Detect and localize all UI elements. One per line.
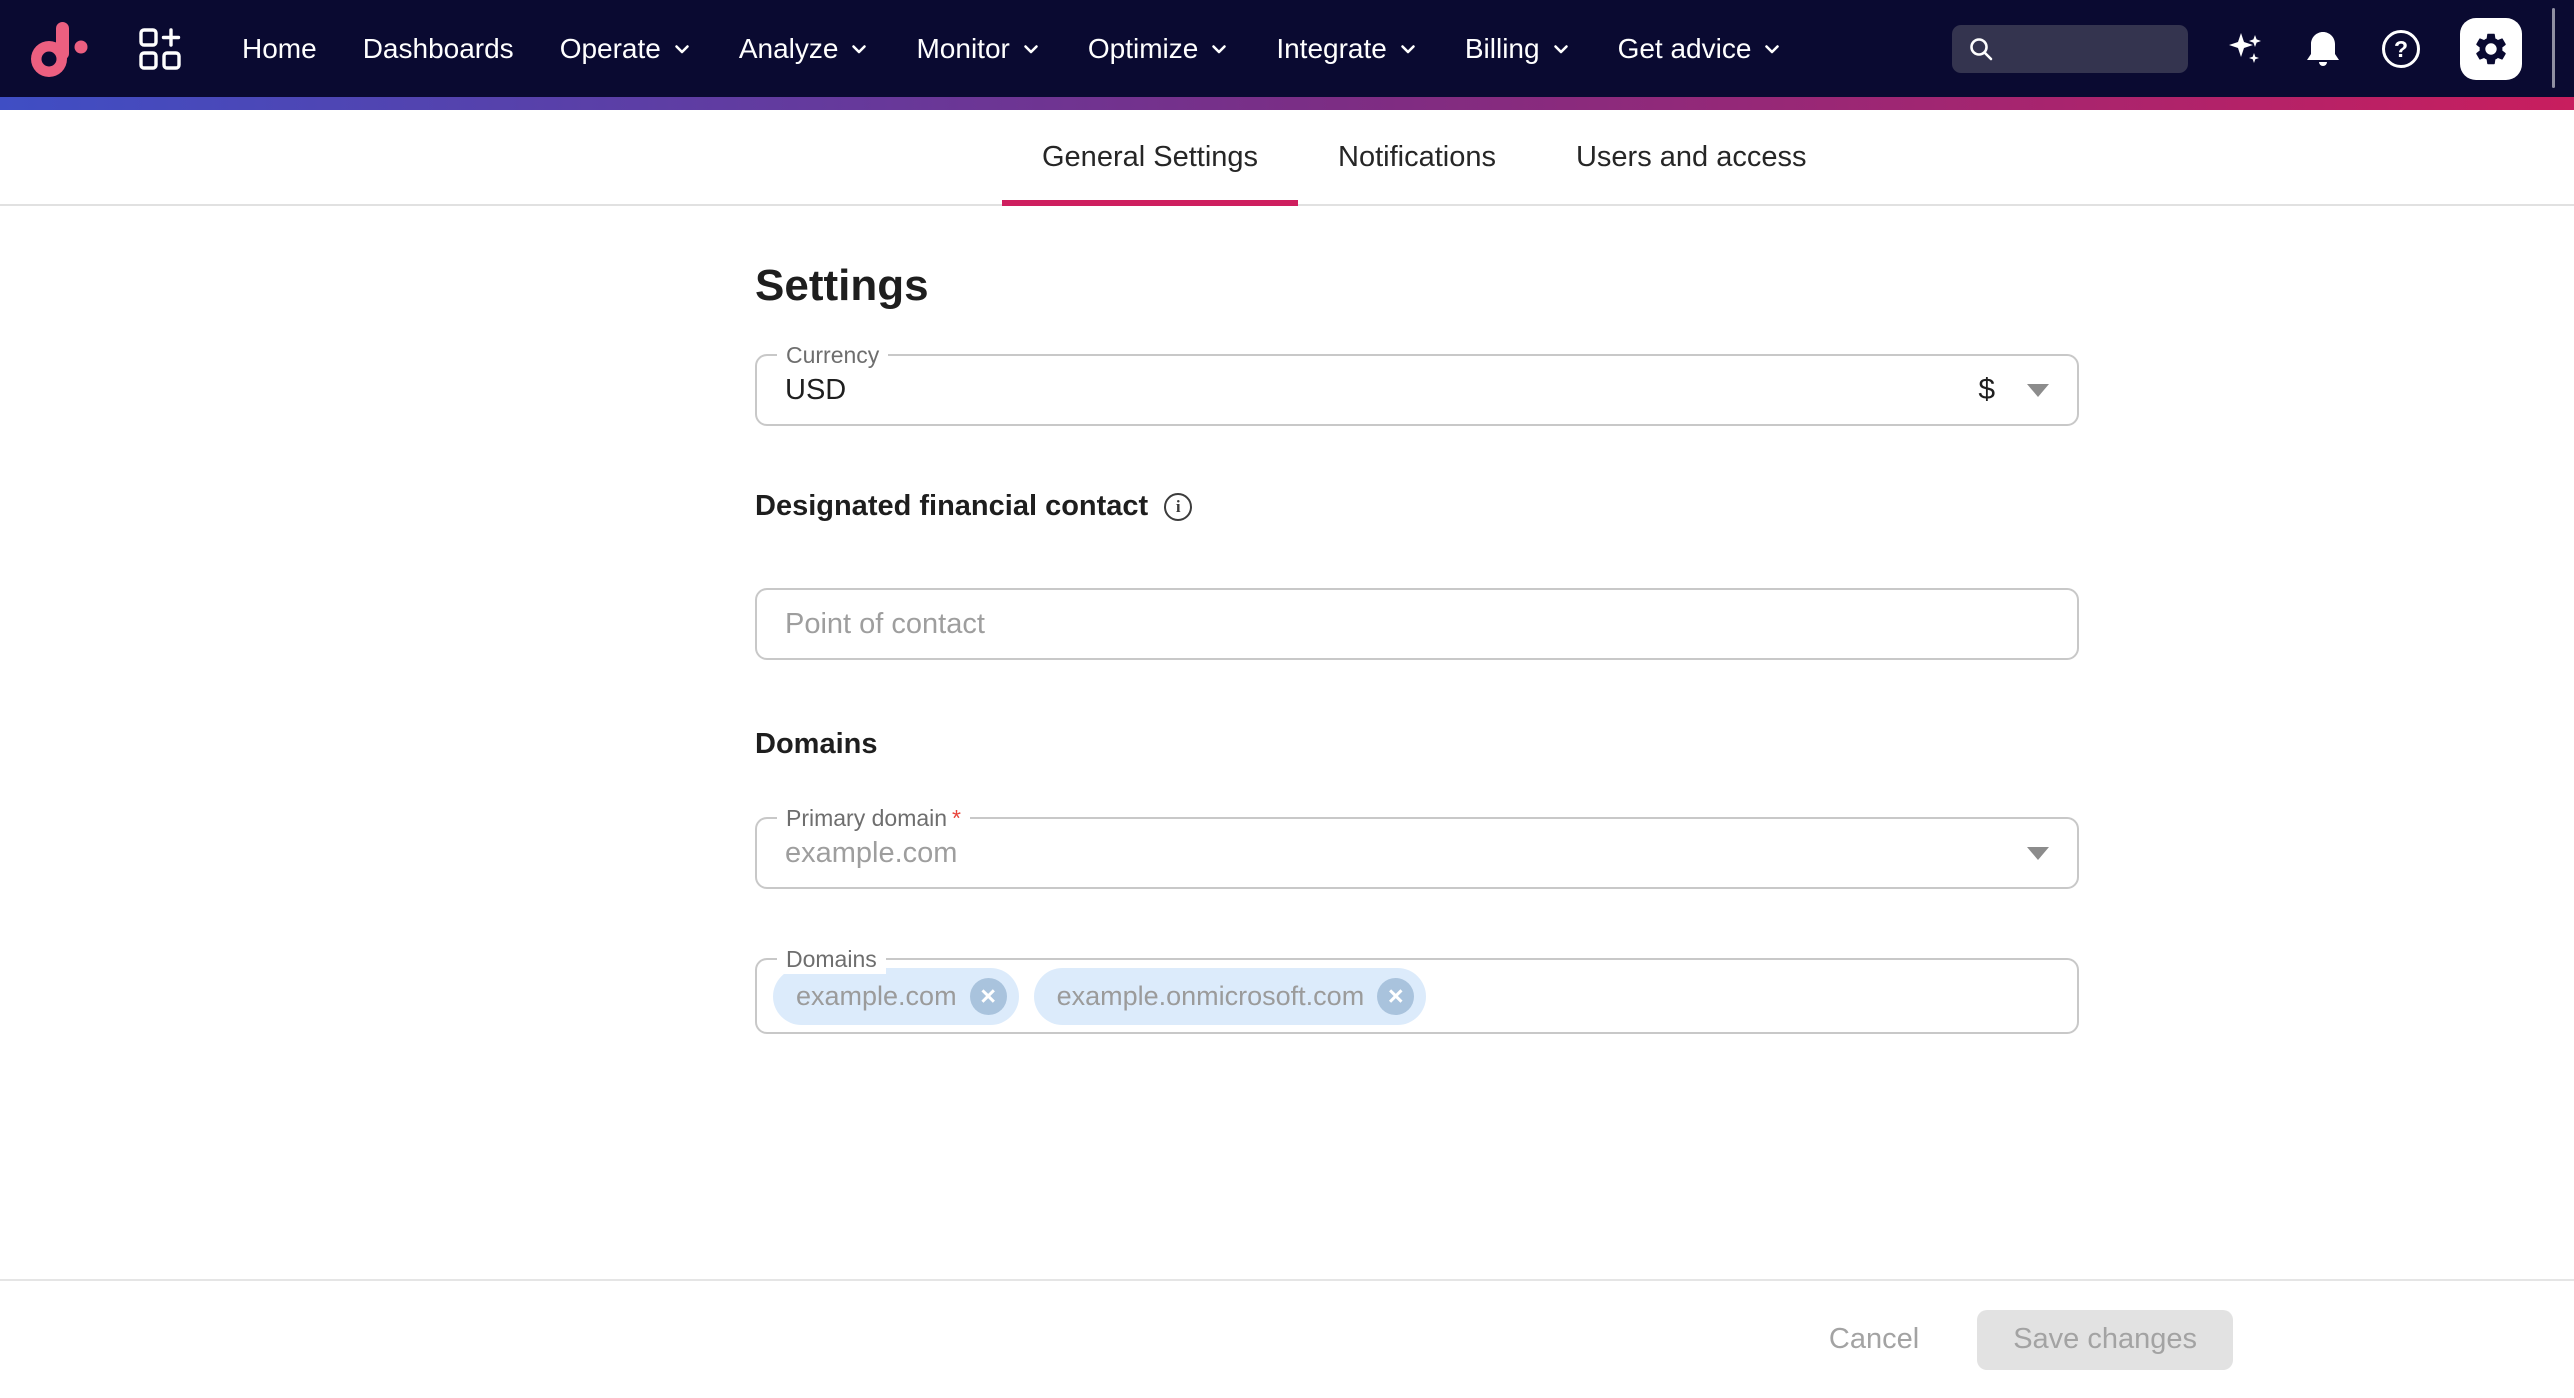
domain-chip[interactable]: example.onmicrosoft.com × xyxy=(1034,968,1427,1025)
search-box[interactable] xyxy=(1952,25,2188,73)
dotdigital-logo-icon[interactable] xyxy=(26,16,92,82)
nav-item-dashboards[interactable]: Dashboards xyxy=(363,33,514,65)
settings-page: Home Dashboards Operate Analyze Monitor … xyxy=(0,0,2574,1398)
domains-field-label: Domains xyxy=(777,945,886,974)
nav-item-billing[interactable]: Billing xyxy=(1465,33,1572,65)
nav-item-get-advice[interactable]: Get advice xyxy=(1618,33,1784,65)
bell-icon[interactable] xyxy=(2304,29,2342,69)
chevron-down-icon xyxy=(848,38,870,60)
nav-item-integrate[interactable]: Integrate xyxy=(1276,33,1419,65)
currency-select[interactable]: Currency $ xyxy=(755,354,2079,426)
primary-domain-label: Primary domain * xyxy=(777,804,970,833)
primary-domain-select[interactable]: Primary domain * xyxy=(755,817,2079,889)
brand-gradient-bar xyxy=(0,97,2574,110)
domains-heading: Domains xyxy=(755,728,2079,761)
dollar-symbol: $ xyxy=(1978,373,1995,407)
chevron-down-icon xyxy=(671,38,693,60)
gear-icon[interactable] xyxy=(2460,18,2522,80)
primary-domain-input[interactable] xyxy=(757,837,2027,870)
financial-contact-heading: Designated financial contact i xyxy=(755,490,2079,523)
tab-notifications[interactable]: Notifications xyxy=(1298,110,1536,204)
help-icon[interactable]: ? xyxy=(2380,28,2422,70)
domain-chip[interactable]: example.com × xyxy=(773,968,1019,1025)
scrollbar-thumb[interactable] xyxy=(2552,8,2555,88)
point-of-contact-field[interactable] xyxy=(755,588,2079,660)
page-title: Settings xyxy=(755,258,2079,314)
action-bar: Cancel Save changes xyxy=(0,1279,2574,1398)
search-input[interactable] xyxy=(2006,34,2174,63)
info-icon[interactable]: i xyxy=(1164,493,1192,521)
navbar-right-cluster: ? xyxy=(1952,18,2548,80)
close-icon[interactable]: × xyxy=(1377,978,1414,1015)
chevron-down-icon xyxy=(1397,38,1419,60)
required-asterisk: * xyxy=(952,804,961,833)
currency-value-input[interactable] xyxy=(757,374,1978,407)
currency-adornment: $ xyxy=(1978,373,2077,407)
primary-nav: Home Dashboards Operate Analyze Monitor … xyxy=(242,33,1783,65)
save-changes-button[interactable]: Save changes xyxy=(1977,1310,2233,1370)
sparkles-icon[interactable] xyxy=(2226,29,2266,69)
apps-grid-icon[interactable] xyxy=(136,25,184,73)
tab-general-settings[interactable]: General Settings xyxy=(1002,110,1298,204)
search-icon xyxy=(1966,34,1996,64)
chevron-down-icon xyxy=(1208,38,1230,60)
nav-item-monitor[interactable]: Monitor xyxy=(916,33,1041,65)
settings-form: Settings Currency $ Designated financial… xyxy=(755,206,2079,1034)
nav-item-home[interactable]: Home xyxy=(242,33,317,65)
svg-text:?: ? xyxy=(2394,36,2408,62)
currency-label: Currency xyxy=(777,341,888,370)
chevron-down-icon xyxy=(1550,38,1572,60)
caret-down-icon[interactable] xyxy=(2027,847,2049,860)
settings-tabs: General Settings Notifications Users and… xyxy=(0,110,2574,206)
nav-item-optimize[interactable]: Optimize xyxy=(1088,33,1230,65)
cancel-button[interactable]: Cancel xyxy=(1829,1323,1919,1356)
chevron-down-icon xyxy=(1761,38,1783,60)
top-navbar: Home Dashboards Operate Analyze Monitor … xyxy=(0,0,2574,97)
close-icon[interactable]: × xyxy=(970,978,1007,1015)
nav-item-analyze[interactable]: Analyze xyxy=(739,33,871,65)
chevron-down-icon xyxy=(1020,38,1042,60)
nav-item-operate[interactable]: Operate xyxy=(560,33,693,65)
tab-users-and-access[interactable]: Users and access xyxy=(1536,110,1847,204)
primary-domain-adornment xyxy=(2027,847,2077,860)
caret-down-icon[interactable] xyxy=(2027,384,2049,397)
point-of-contact-input[interactable] xyxy=(757,608,2077,641)
domains-chips-field[interactable]: Domains example.com × example.onmicrosof… xyxy=(755,958,2079,1034)
